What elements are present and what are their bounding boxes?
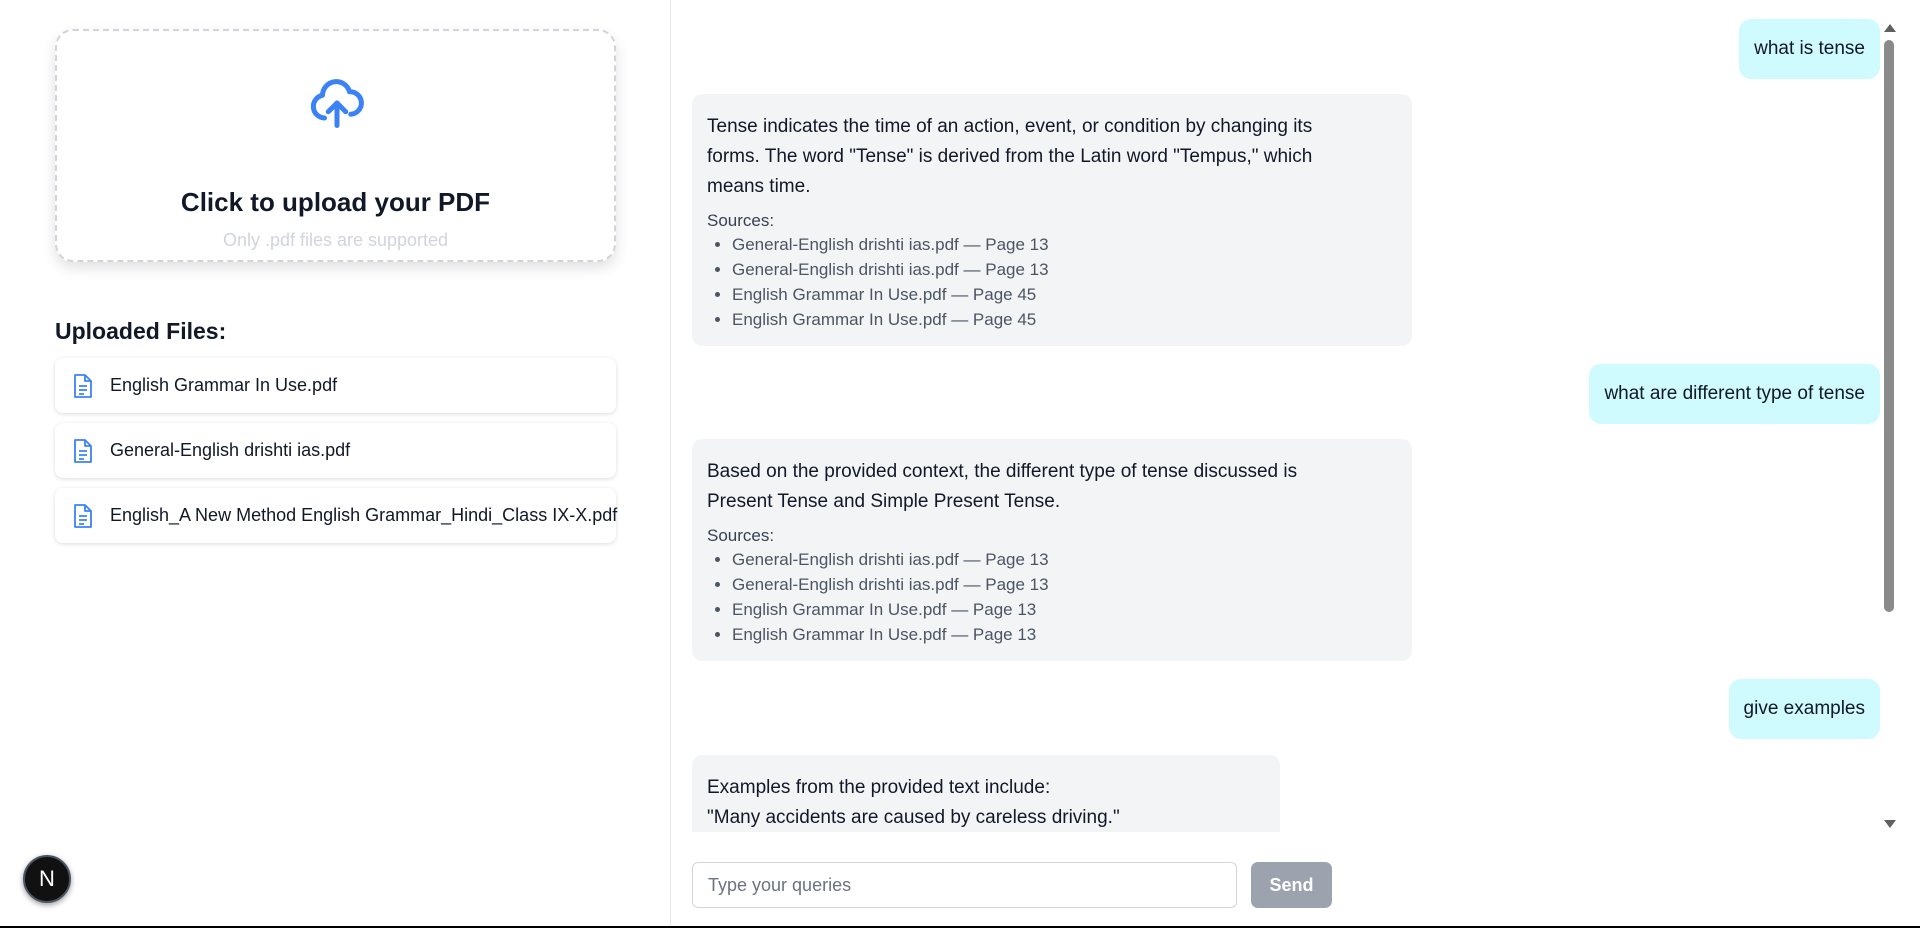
assistant-message: Examples from the provided text include:… bbox=[692, 755, 1280, 832]
user-message: what are different type of tense bbox=[1589, 364, 1880, 424]
uploaded-files-heading: Uploaded Files: bbox=[55, 318, 227, 344]
scroll-down-arrow[interactable] bbox=[1884, 820, 1896, 828]
answer-line: "Many accidents are caused by careless d… bbox=[707, 807, 1120, 828]
assistant-answer: Examples from the provided text include:… bbox=[707, 773, 1265, 832]
uploaded-files-list: English Grammar In Use.pdf General-Engli… bbox=[55, 358, 618, 553]
chat-messages[interactable]: what is tense Tense indicates the time o… bbox=[672, 0, 1920, 832]
query-input[interactable] bbox=[692, 862, 1237, 908]
file-name: General-English drishti ias.pdf bbox=[110, 440, 351, 460]
user-message: what is tense bbox=[1739, 19, 1880, 79]
app: Click to upload your PDF Only .pdf files… bbox=[0, 0, 1920, 928]
answer-line: Tense indicates the time of an action, e… bbox=[707, 116, 1313, 137]
sources-label: Sources: bbox=[707, 526, 775, 545]
file-name: English_A New Method English Grammar_Hin… bbox=[110, 505, 618, 525]
send-button[interactable]: Send bbox=[1251, 862, 1332, 908]
source-item: General-English drishti ias.pdf — Page 1… bbox=[732, 572, 1397, 597]
cloud-upload-icon bbox=[310, 79, 364, 128]
scroll-up-arrow[interactable] bbox=[1884, 24, 1896, 32]
source-item: English Grammar In Use.pdf — Page 13 bbox=[732, 597, 1397, 622]
answer-line: forms. The word "Tense" is derived from … bbox=[707, 146, 1313, 167]
upload-subtitle: Only .pdf files are supported bbox=[222, 230, 449, 250]
sources-list: General-English drishti ias.pdf — Page 1… bbox=[707, 232, 1397, 332]
file-name: English Grammar In Use.pdf bbox=[110, 375, 338, 395]
source-item: English Grammar In Use.pdf — Page 45 bbox=[732, 307, 1397, 332]
source-item: General-English drishti ias.pdf — Page 1… bbox=[732, 257, 1397, 282]
file-item[interactable]: General-English drishti ias.pdf bbox=[55, 423, 616, 478]
assistant-message: Tense indicates the time of an action, e… bbox=[692, 94, 1412, 346]
scrollbar-thumb[interactable] bbox=[1884, 40, 1894, 612]
file-item[interactable]: English_A New Method English Grammar_Hin… bbox=[55, 488, 618, 543]
source-item: General-English drishti ias.pdf — Page 1… bbox=[732, 232, 1397, 257]
sources-list: General-English drishti ias.pdf — Page 1… bbox=[707, 547, 1397, 647]
source-item: English Grammar In Use.pdf — Page 13 bbox=[732, 622, 1397, 647]
assistant-answer: Tense indicates the time of an action, e… bbox=[707, 112, 1397, 202]
document-icon bbox=[74, 374, 92, 398]
source-item: General-English drishti ias.pdf — Page 1… bbox=[732, 547, 1397, 572]
pdf-upload-dropzone[interactable]: Click to upload your PDF Only .pdf files… bbox=[55, 29, 616, 262]
nextjs-dev-badge[interactable]: N bbox=[23, 855, 71, 903]
answer-line: means time. bbox=[707, 176, 811, 197]
upload-title: Click to upload your PDF bbox=[180, 187, 491, 217]
answer-line: Based on the provided context, the diffe… bbox=[707, 461, 1298, 482]
user-message: give examples bbox=[1728, 679, 1880, 739]
sources-label: Sources: bbox=[707, 211, 775, 230]
sidebar: Click to upload your PDF Only .pdf files… bbox=[0, 0, 671, 928]
source-item: English Grammar In Use.pdf — Page 45 bbox=[732, 282, 1397, 307]
document-icon bbox=[74, 439, 92, 463]
assistant-message: Based on the provided context, the diffe… bbox=[692, 439, 1412, 661]
assistant-answer: Based on the provided context, the diffe… bbox=[707, 457, 1397, 517]
answer-line: Present Tense and Simple Present Tense. bbox=[707, 491, 1061, 512]
answer-line: Examples from the provided text include: bbox=[707, 777, 1051, 798]
file-item[interactable]: English Grammar In Use.pdf bbox=[55, 358, 616, 413]
document-icon bbox=[74, 504, 92, 528]
